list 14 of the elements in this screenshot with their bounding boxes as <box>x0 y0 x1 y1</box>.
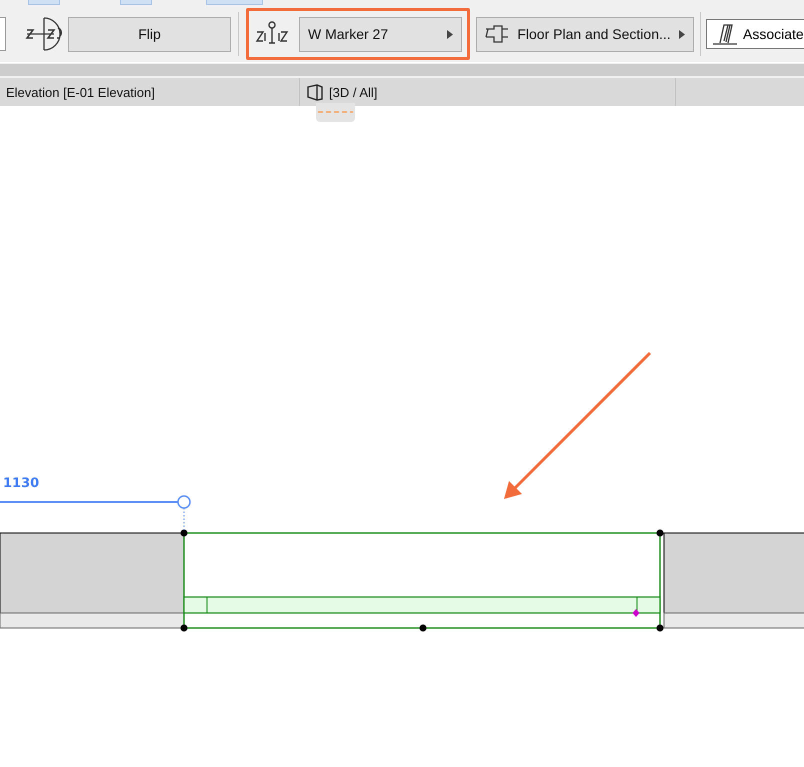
marker-dropdown[interactable]: W Marker 27 <box>299 16 462 52</box>
tab-handle[interactable] <box>316 103 355 122</box>
dimension-label: 1130 <box>3 476 40 491</box>
view-dropdown[interactable]: Floor Plan and Section... <box>476 16 694 52</box>
wall-icon <box>485 25 509 43</box>
selected-window-drawing[interactable] <box>180 530 664 632</box>
caret-icon <box>679 30 685 38</box>
cube-icon <box>306 83 324 101</box>
caret-icon <box>447 30 453 38</box>
flip-button[interactable]: Flip <box>68 16 231 52</box>
dimension-node[interactable] <box>177 495 191 509</box>
associated-field[interactable]: Associate <box>706 19 804 49</box>
field-edge[interactable] <box>0 17 6 51</box>
hatch-icon <box>712 23 738 45</box>
